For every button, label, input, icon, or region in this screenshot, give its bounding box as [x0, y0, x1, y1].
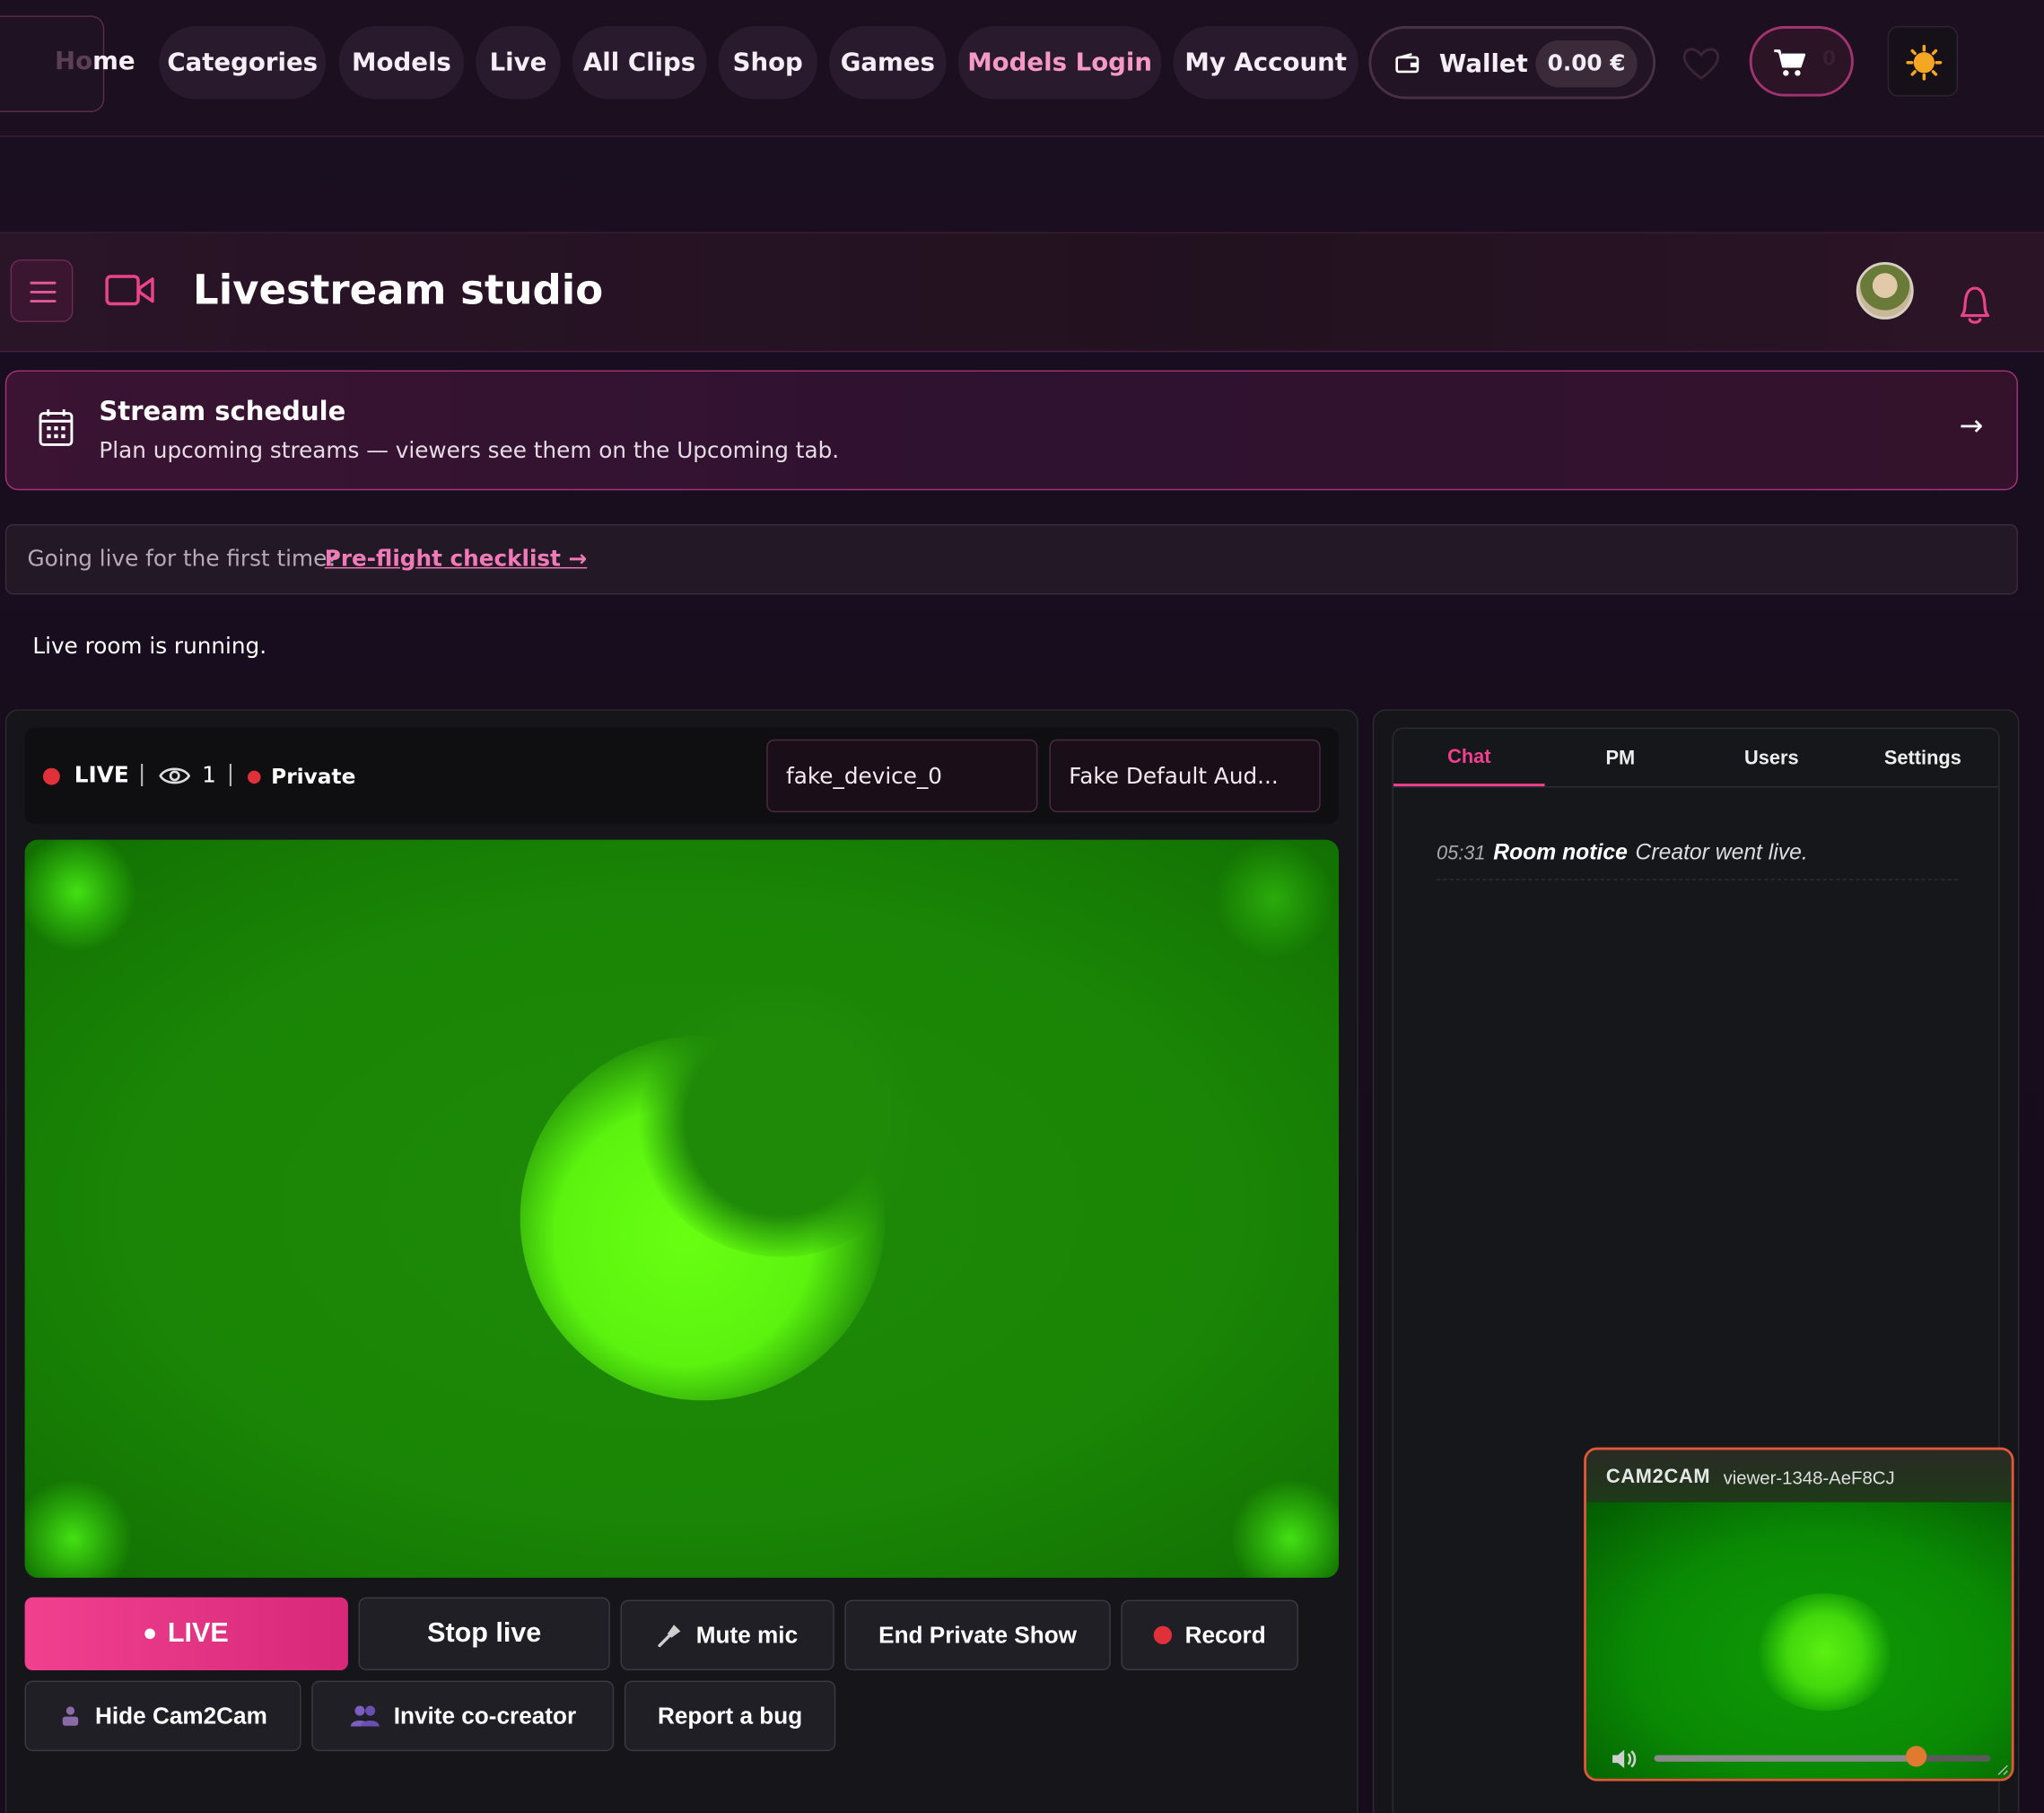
stream-schedule-card[interactable]: Stream schedule Plan upcoming streams — … [4, 370, 2018, 491]
mute-mic-label: Mute mic [695, 1621, 799, 1648]
cam2cam-video-blob [1753, 1593, 1897, 1712]
invite-co-creator-button[interactable]: Invite co-creator [311, 1680, 615, 1752]
main-video-preview [24, 839, 1340, 1578]
cam2cam-icon [62, 1706, 79, 1726]
tab-settings[interactable]: Settings [1847, 729, 1999, 786]
message-author: Room notice [1493, 839, 1628, 865]
video-camera-icon [105, 275, 154, 306]
record-label: Record [1184, 1621, 1266, 1648]
wallet-label: Wallet [1438, 49, 1528, 79]
users-icon [350, 1705, 380, 1727]
chat-tabs: Chat PM Users Settings [1393, 729, 1999, 788]
menu-button[interactable] [10, 259, 74, 322]
eye-icon [159, 767, 191, 784]
video-device-select[interactable]: fake_device_0 [766, 739, 1038, 813]
schedule-subtitle: Plan upcoming streams — viewers see them… [99, 438, 840, 465]
room-status-text: Live room is running. [32, 634, 267, 661]
calendar-icon [39, 409, 74, 446]
audio-device-select[interactable]: Fake Default Aud... [1049, 739, 1321, 813]
message-text: Creator went live. [1635, 839, 1808, 865]
status-separator: | [137, 761, 146, 788]
nav-home-label-rest: me [92, 47, 135, 76]
hide-cam2cam-button[interactable]: Hide Cam2Cam [24, 1680, 301, 1752]
nav-games[interactable]: Games [828, 26, 947, 100]
cam2cam-tag: CAM2CAM [1605, 1465, 1711, 1488]
tab-users[interactable]: Users [1696, 729, 1847, 786]
video-corner-glow [1215, 839, 1332, 958]
report-bug-button[interactable]: Report a bug [624, 1680, 836, 1752]
chat-message: 05:31 Room notice Creator went live. [1436, 839, 1959, 880]
wallet-amount: 0.00 € [1535, 40, 1638, 88]
video-corner-glow [24, 839, 136, 951]
cart-button[interactable]: 0 [1749, 26, 1854, 97]
speaker-icon[interactable] [1610, 1747, 1638, 1771]
tab-pm[interactable]: PM [1545, 729, 1697, 786]
cam2cam-video [1586, 1502, 2012, 1779]
avatar[interactable] [1856, 262, 1914, 320]
cart-icon [1774, 49, 1806, 76]
nav-my-account[interactable]: My Account [1173, 26, 1358, 100]
heart-icon[interactable] [1681, 44, 1721, 81]
studio-header: Livestream studio [0, 232, 2044, 353]
microphone-icon [658, 1625, 681, 1648]
menu-icon [30, 281, 57, 303]
nav-categories[interactable]: Categories [159, 26, 327, 100]
video-corner-glow [1231, 1479, 1340, 1578]
volume-slider[interactable] [1654, 1755, 1991, 1762]
private-indicator-dot [248, 770, 261, 784]
hide-cam2cam-label: Hide Cam2Cam [95, 1702, 267, 1729]
live-button-label: LIVE [167, 1617, 229, 1649]
cam2cam-header[interactable]: CAM2CAM viewer-1348-AeF8CJ [1586, 1450, 2012, 1502]
top-nav: Home Categories Models Live All Clips Sh… [0, 0, 2044, 137]
wallet-button[interactable]: Wallet 0.00 € [1368, 26, 1656, 100]
cart-count: 0 [1822, 47, 1837, 71]
volume-slider-fill [1654, 1755, 1917, 1762]
end-private-show-button[interactable]: End Private Show [844, 1599, 1111, 1671]
stream-status-bar: LIVE | 1 | Private fake_device_0 Fake De… [24, 727, 1340, 825]
arrow-right-icon[interactable]: → [1960, 411, 1984, 443]
video-corner-glow [24, 1479, 132, 1578]
nav-all-clips[interactable]: All Clips [572, 26, 707, 100]
live-status-label: LIVE [74, 762, 129, 789]
live-indicator-dot [42, 767, 60, 785]
stop-live-button[interactable]: Stop live [358, 1597, 610, 1671]
message-time: 05:31 [1436, 842, 1486, 865]
page-title: Livestream studio [193, 267, 604, 315]
first-time-banner: Going live for the first time? Pre-fligh… [4, 524, 2018, 595]
first-time-text: Going live for the first time? [27, 546, 339, 573]
live-dot-icon [144, 1628, 155, 1640]
record-button[interactable]: Record [1121, 1599, 1298, 1671]
invite-co-creator-label: Invite co-creator [393, 1702, 577, 1729]
schedule-title: Stream schedule [99, 395, 346, 427]
theme-toggle-button[interactable] [1887, 26, 1959, 97]
app-root: Home Categories Models Live All Clips Sh… [0, 0, 2044, 1813]
nav-models-login[interactable]: Models Login [957, 26, 1162, 100]
cam2cam-window[interactable]: CAM2CAM viewer-1348-AeF8CJ [1584, 1447, 2014, 1782]
nav-models[interactable]: Models [338, 26, 465, 100]
mute-mic-button[interactable]: Mute mic [620, 1599, 834, 1671]
video-shadow [637, 983, 925, 1257]
preflight-checklist-link[interactable]: Pre-flight checklist → [325, 547, 587, 573]
sun-icon [1906, 44, 1943, 81]
nav-shop[interactable]: Shop [718, 26, 817, 100]
private-mode-label: Private [271, 764, 356, 789]
wallet-icon [1395, 53, 1419, 74]
viewer-count: 1 [202, 762, 216, 789]
nav-home-label-dim: Ho [55, 47, 93, 76]
resize-grip-icon[interactable] [1996, 1763, 2009, 1776]
nav-live[interactable]: Live [476, 26, 561, 100]
status-separator: | [226, 761, 235, 788]
tab-chat[interactable]: Chat [1393, 729, 1545, 787]
nav-home-label[interactable]: Home [55, 47, 135, 75]
record-dot-icon [1153, 1625, 1173, 1644]
cam2cam-viewer-name: viewer-1348-AeF8CJ [1723, 1467, 1895, 1488]
live-button[interactable]: LIVE [24, 1597, 348, 1671]
bell-icon[interactable] [1955, 283, 1995, 327]
